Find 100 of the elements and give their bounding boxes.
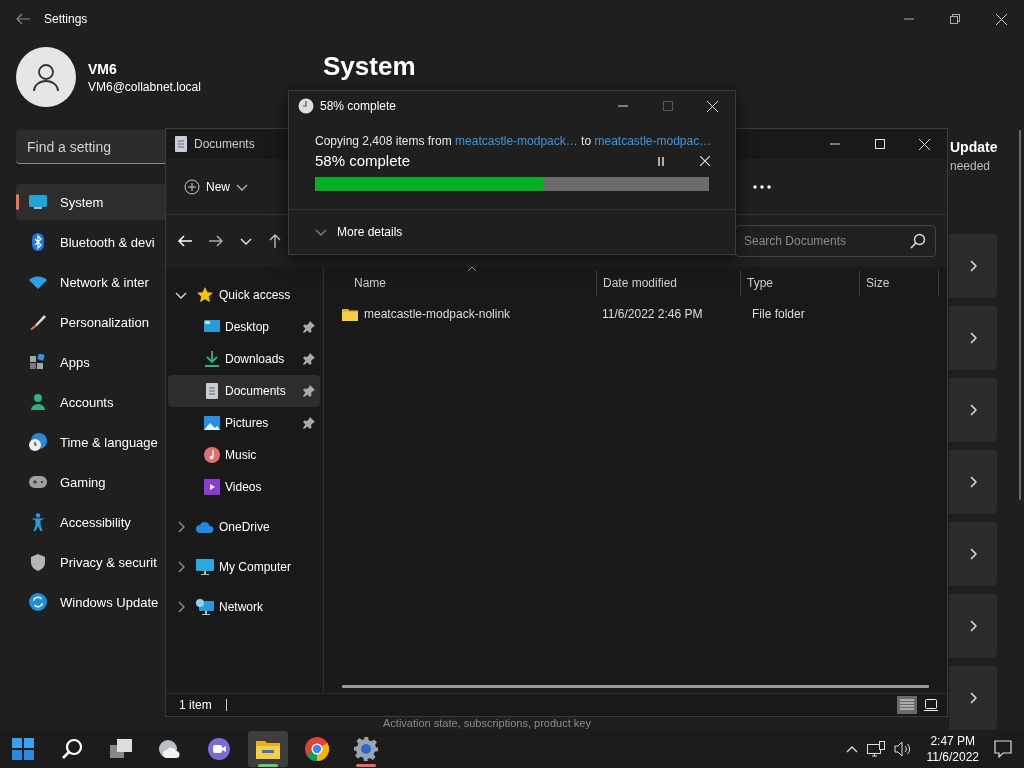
download-icon [205,351,219,367]
user-name: VM6 [88,60,118,77]
tree-item[interactable]: Music [168,439,320,471]
task-view-icon [110,739,132,759]
tree-item[interactable]: Quick access [168,279,320,311]
weather-icon [158,739,182,759]
chevron-up-icon[interactable] [845,745,858,753]
search-field[interactable]: Find a setting [16,130,165,164]
nav-item[interactable]: Time & language [16,424,165,460]
copy-message: Copying 2,408 items from meatcastle-modpack… to meatcastle-modpac… [315,133,709,149]
nav-item[interactable]: Apps [16,344,165,380]
sync-icon [29,593,47,611]
tree-item[interactable]: Network [168,591,320,623]
monitor-icon [29,195,47,209]
clock-time[interactable]: 2:47 PM [930,733,976,749]
folder-icon [342,307,358,321]
plus-circle-icon [184,178,200,195]
maximize-icon [662,101,673,111]
bluetooth-icon [32,233,44,251]
music-icon [204,447,220,463]
network-computer-icon [196,599,214,615]
tree-item[interactable]: Desktop [168,311,320,343]
search-icon [61,738,83,760]
browser-icon [305,737,329,761]
brush-icon [30,314,46,330]
nav-item[interactable]: Network & inter [16,264,165,300]
nav-item[interactable]: System [16,184,165,220]
column-header[interactable]: Date modified [596,270,740,296]
tree-item[interactable]: Videos [168,471,320,503]
nav-item[interactable]: Privacy & securit [16,544,165,580]
tree-item[interactable]: Documents [168,375,320,407]
pin-icon [303,353,315,365]
tiles-icon [924,699,938,711]
close-icon [700,156,710,166]
tree-item[interactable]: My Computer [168,551,320,583]
clock-date[interactable]: 11/6/2022 [926,749,979,765]
tree-item[interactable]: Pictures [168,407,320,439]
volume-icon[interactable] [893,741,912,757]
video-icon [204,479,220,495]
item-count: 1 item [179,698,212,712]
column-header[interactable]: Type [740,270,859,296]
chevron-right-icon [969,692,977,704]
clock-globe-icon [29,433,47,451]
card-description: Activation state, subscriptions, product key [383,717,591,729]
more-icon [753,184,771,189]
scrollbar[interactable] [342,685,929,688]
close-icon [995,13,1007,25]
nav-item[interactable]: Accessibility [16,504,165,540]
search-icon [910,233,926,249]
star-icon [197,287,213,303]
app-title: Settings [44,12,88,26]
scrollbar[interactable] [1019,130,1021,500]
tree-item[interactable]: Downloads [168,343,320,375]
nav-item[interactable]: Personalization [16,304,165,340]
chat-icon [207,737,231,761]
chevron-right-icon [969,476,977,488]
source-link[interactable]: meatcastle-modpack… [455,134,578,148]
nav-item[interactable]: Accounts [16,384,165,420]
restore-icon [950,14,960,24]
user-email: VM6@collabnet.local [88,79,201,94]
column-header[interactable]: Name [342,270,596,296]
chevron-right-icon [969,332,977,344]
nav-item[interactable]: Gaming [16,464,165,500]
up-arrow-icon[interactable] [269,234,281,248]
chevron-right-icon [969,260,977,272]
update-status: needed [950,159,992,173]
sort-caret-icon [467,266,477,272]
chevron-right-icon [969,620,977,632]
taskbar-button[interactable] [248,731,288,767]
forward-arrow-icon[interactable] [209,235,223,247]
search-field[interactable]: Search Documents [735,225,936,257]
apps-icon [30,354,46,370]
folder-icon [256,739,280,759]
network-icon[interactable] [866,741,885,757]
file-name[interactable]: meatcastle-modpack-nolink [364,307,511,321]
close-icon [919,138,930,150]
computer-icon [196,559,214,575]
more-details-button[interactable]: More details [315,217,403,247]
close-icon [707,100,718,112]
notification-icon[interactable] [994,740,1012,758]
expand-chevron-icon [177,561,185,573]
window-title: Documents [194,137,255,151]
cloud-icon [196,521,214,533]
tree-item[interactable]: OneDrive [168,511,320,543]
update-title: Update [950,138,999,156]
nav-item[interactable]: Windows Update [16,584,165,620]
maximize-icon [874,139,885,149]
tiles-view-button[interactable] [921,696,941,714]
progress-status: 58% complete [315,151,411,171]
list-icon [900,699,914,711]
document-icon [206,383,218,399]
expand-chevron-icon [175,291,187,299]
destination-link[interactable]: meatcastle-modpac… [594,134,712,148]
expand-chevron-icon [177,601,185,613]
new-button[interactable]: New [176,170,256,203]
gamepad-icon [29,476,47,488]
column-header[interactable]: Size [859,270,939,296]
nav-item[interactable]: Bluetooth & devi [16,224,165,260]
picture-icon [204,416,220,430]
page-title: System [323,50,416,82]
